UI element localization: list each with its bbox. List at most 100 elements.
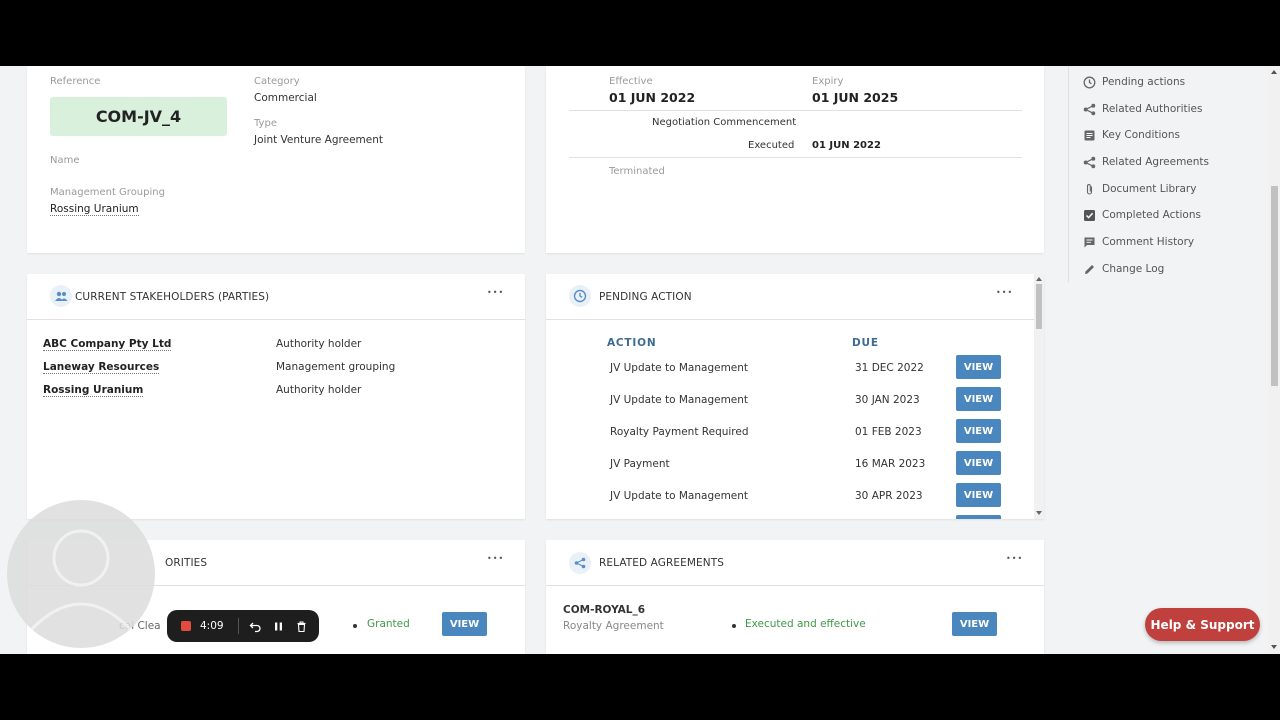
view-button[interactable]: VIEW xyxy=(442,612,487,636)
nav-comment-history[interactable]: Comment History xyxy=(1083,232,1194,252)
nav-pending-actions[interactable]: Pending actions xyxy=(1083,72,1185,92)
due-column-header: DUE xyxy=(852,337,879,349)
clock-icon xyxy=(1083,76,1096,88)
pending-menu-button[interactable]: ••• xyxy=(996,288,1013,297)
name-label: Name xyxy=(50,155,80,166)
stakeholder-role: Authority holder xyxy=(276,338,362,350)
dates-card: Effective 01 JUN 2022 Expiry 01 JUN 2025… xyxy=(546,66,1044,253)
pending-scrollbar[interactable] xyxy=(1034,274,1044,519)
stakeholders-card: CURRENT STAKEHOLDERS (PARTIES) ••• ABC C… xyxy=(27,274,525,519)
nav-related-authorities[interactable]: Related Authorities xyxy=(1083,99,1202,119)
category-label: Category xyxy=(254,76,300,87)
stakeholder-role: Management grouping xyxy=(276,361,396,373)
stakeholder-name[interactable]: Rossing Uranium xyxy=(43,384,144,397)
nav-label: Document Library xyxy=(1102,183,1197,195)
pending-scroll-thumb[interactable] xyxy=(1036,284,1042,329)
nav-key-conditions[interactable]: Key Conditions xyxy=(1083,125,1180,145)
view-button[interactable]: VIEW xyxy=(956,387,1001,411)
document-icon xyxy=(1084,130,1095,140)
stakeholder-name[interactable]: Laneway Resources xyxy=(43,361,160,374)
pending-action-name: JV Update to Management xyxy=(610,394,749,406)
authorities-menu-button[interactable]: ••• xyxy=(487,554,504,563)
page-scrollbar[interactable] xyxy=(1268,66,1280,654)
nav-label: Completed Actions xyxy=(1102,209,1201,221)
help-support-button[interactable]: Help & Support xyxy=(1145,608,1260,641)
nav-change-log[interactable]: Change Log xyxy=(1083,259,1164,279)
status-bullet xyxy=(732,624,736,628)
nav-label: Related Authorities xyxy=(1102,103,1203,115)
scroll-down-arrow-icon[interactable] xyxy=(1271,645,1277,649)
type-value: Joint Venture Agreement xyxy=(254,134,383,146)
app-viewport: Reference COM-JV_4 Name Management Group… xyxy=(0,66,1280,654)
effective-label: Effective xyxy=(609,76,653,87)
related-authorities-title: ORITIES xyxy=(165,557,208,569)
separator xyxy=(237,618,239,634)
view-button[interactable]: VIEW xyxy=(956,355,1001,379)
expiry-value: 01 JUN 2025 xyxy=(812,90,899,105)
status-bullet xyxy=(353,624,357,628)
pause-icon[interactable] xyxy=(272,620,285,633)
view-button[interactable]: VIEW xyxy=(956,483,1001,507)
section-nav: Pending actions Related Authorities Key … xyxy=(1068,66,1268,282)
nav-completed-actions[interactable]: Completed Actions xyxy=(1083,205,1201,225)
trash-icon[interactable] xyxy=(295,620,308,633)
view-button[interactable]: VIEW xyxy=(956,419,1001,443)
divider xyxy=(569,157,1022,158)
undo-icon[interactable] xyxy=(249,620,262,633)
details-card: Reference COM-JV_4 Name Management Group… xyxy=(27,66,525,253)
nav-label: Change Log xyxy=(1102,263,1165,275)
action-column-header: ACTION xyxy=(607,337,657,349)
scroll-down-arrow-icon[interactable] xyxy=(1036,511,1042,515)
category-value: Commercial xyxy=(254,92,317,104)
related-agreements-card: RELATED AGREEMENTS ••• COM-ROYAL_6 Royal… xyxy=(546,540,1044,654)
pending-action-due: 16 MAR 2023 xyxy=(855,458,926,470)
people-icon xyxy=(50,285,72,307)
terminated-label: Terminated xyxy=(609,166,665,177)
pending-action-card: PENDING ACTION ••• ACTION DUE JV Update … xyxy=(546,274,1044,519)
nav-label: Related Agreements xyxy=(1102,156,1209,168)
stakeholders-title: CURRENT STAKEHOLDERS (PARTIES) xyxy=(75,291,270,303)
divider xyxy=(569,110,1022,111)
stakeholder-name[interactable]: ABC Company Pty Ltd xyxy=(43,338,172,351)
pending-action-name: JV Update to Management xyxy=(610,490,749,502)
paperclip-icon xyxy=(1086,183,1093,195)
comment-icon xyxy=(1084,237,1095,247)
stakeholders-menu-button[interactable]: ••• xyxy=(487,288,504,297)
view-button[interactable]: VIEW xyxy=(956,451,1001,475)
webcam-avatar xyxy=(7,500,155,648)
scroll-up-arrow-icon[interactable] xyxy=(1271,70,1277,74)
clock-icon xyxy=(569,285,591,307)
agreement-code[interactable]: COM-ROYAL_6 xyxy=(563,604,645,616)
executed-value: 01 JUN 2022 xyxy=(812,140,881,151)
related-agreements-menu-button[interactable]: ••• xyxy=(1006,554,1023,563)
pending-action-due: 01 FEB 2023 xyxy=(855,426,922,438)
expiry-label: Expiry xyxy=(812,76,844,87)
scroll-up-arrow-icon[interactable] xyxy=(1036,277,1042,281)
mgmt-grouping-link[interactable]: Rossing Uranium xyxy=(50,203,139,216)
agreement-type: Royalty Agreement xyxy=(563,620,664,632)
nav-related-agreements[interactable]: Related Agreements xyxy=(1083,152,1209,172)
share-icon xyxy=(1083,156,1096,168)
mgmt-grouping-label: Management Grouping xyxy=(50,187,165,198)
page-scroll-thumb[interactable] xyxy=(1271,186,1278,386)
pending-action-due: 31 DEC 2022 xyxy=(855,362,924,374)
recording-time: 4:09 xyxy=(200,620,224,632)
nav-document-library[interactable]: Document Library xyxy=(1083,179,1196,199)
executed-label: Executed xyxy=(748,140,795,151)
pending-action-title: PENDING ACTION xyxy=(599,291,692,303)
effective-value: 01 JUN 2022 xyxy=(609,90,696,105)
divider xyxy=(27,319,525,320)
stakeholder-role: Authority holder xyxy=(276,384,362,396)
pencil-icon xyxy=(1085,264,1094,274)
divider xyxy=(546,585,1044,586)
view-button[interactable]: VIEW xyxy=(952,612,997,636)
negotiation-label: Negotiation Commencement xyxy=(652,117,797,128)
view-button-partial[interactable] xyxy=(956,515,1001,519)
reference-badge: COM-JV_4 xyxy=(50,97,227,136)
nav-label: Pending actions xyxy=(1102,76,1186,88)
pending-action-name: Royalty Payment Required xyxy=(610,426,749,438)
nav-label: Comment History xyxy=(1102,236,1195,248)
pending-action-due: 30 JAN 2023 xyxy=(855,394,920,406)
type-label: Type xyxy=(254,118,277,129)
stop-record-button[interactable] xyxy=(181,621,191,631)
